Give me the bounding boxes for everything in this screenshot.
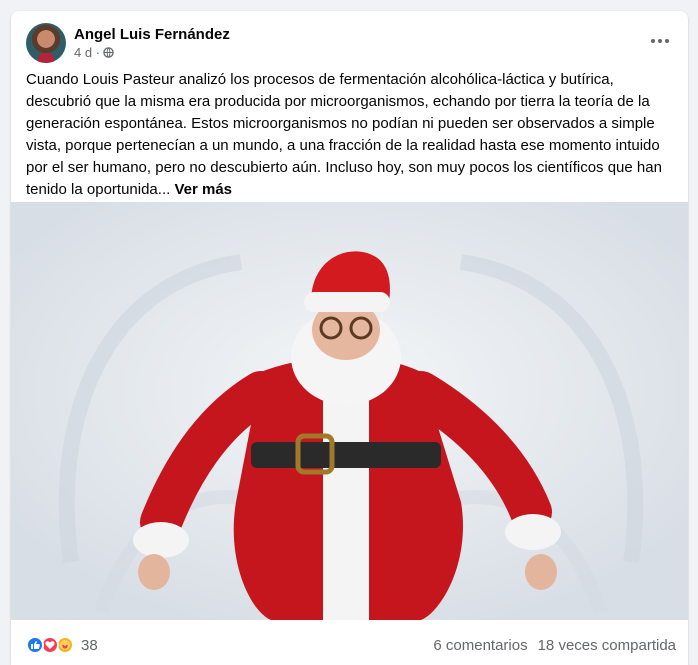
post-header: Angel Luis Fernández 4 d · [26, 23, 230, 63]
comments-link[interactable]: 6 comentarios [433, 637, 527, 654]
more-horizontal-icon[interactable] [650, 31, 670, 51]
like-icon [26, 636, 44, 654]
post-footer: 38 6 comentarios 18 veces compartida [26, 631, 676, 659]
post-time[interactable]: 4 d · [74, 44, 100, 62]
santa-snow-angel-image [11, 202, 688, 620]
post-photo[interactable] [11, 202, 688, 620]
post-card: Angel Luis Fernández 4 d · Cuando Louis … [11, 11, 688, 665]
post-text: Cuando Louis Pasteur analizó los proceso… [26, 69, 676, 201]
post-body: Cuando Louis Pasteur analizó los proceso… [26, 71, 662, 198]
globe-icon [103, 47, 114, 58]
reaction-count: 38 [81, 636, 98, 654]
see-more-link[interactable]: Ver más [174, 181, 232, 198]
shares-link[interactable]: 18 veces compartida [538, 637, 676, 654]
author-name[interactable]: Angel Luis Fernández [74, 25, 230, 44]
author-avatar[interactable] [26, 23, 66, 63]
reactions-summary[interactable]: 38 [26, 636, 98, 654]
post-stats: 6 comentarios 18 veces compartida [433, 637, 676, 654]
post-time-row: 4 d · [74, 44, 230, 62]
post-meta: Angel Luis Fernández 4 d · [74, 25, 230, 62]
